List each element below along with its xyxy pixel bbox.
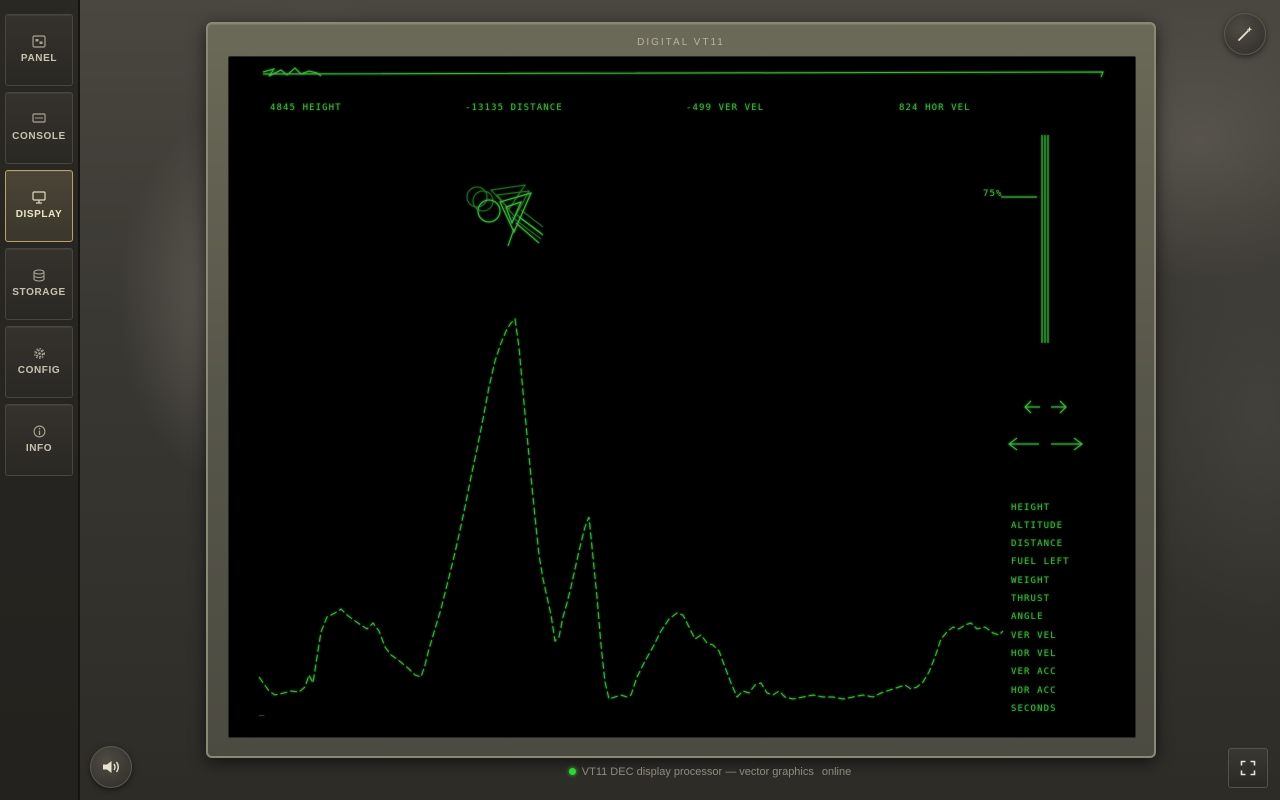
gear-icon [6, 347, 72, 361]
panel-icon [6, 35, 72, 49]
sidebar-item-label: PANEL [20, 53, 58, 64]
sidebar-item-display[interactable]: DISPLAY [5, 170, 73, 242]
magic-wand-button[interactable] [1224, 13, 1266, 55]
sidebar-item-label: CONSOLE [12, 131, 66, 142]
menu-item-seconds: SECONDS [1011, 704, 1057, 714]
sidebar-item-panel[interactable]: PANEL [5, 14, 73, 86]
info-icon [6, 425, 72, 439]
menu-item-thrust: THRUST [1011, 594, 1051, 604]
sidebar-item-label: INFO [25, 443, 53, 454]
text-cursor: _ [259, 707, 266, 717]
menu-item-hor-acc: HOR ACC [1011, 686, 1057, 696]
sidebar-item-label: CONFIG [17, 365, 61, 376]
status-text: VT11 DEC display processor — vector grap… [581, 766, 814, 778]
menu-item-altitude: ALTITUDE [1011, 521, 1064, 531]
status-state: online [821, 766, 852, 778]
menu-item-hor-vel: HOR VEL [1011, 649, 1057, 659]
menu-item-angle: ANGLE [1011, 612, 1044, 622]
status-bar: VT11 DEC display processor — vector grap… [0, 766, 1280, 778]
sidebar-item-config[interactable]: CONFIG [5, 326, 73, 398]
sidebar: II PANEL CONSOLE DISPLAY STORAGE CONFIG [0, 0, 80, 800]
top-glyph-scribble [262, 67, 322, 77]
thrust-arrows-large [1008, 437, 1083, 451]
sidebar-item-label: STORAGE [12, 287, 66, 298]
lunar-lander-scene [258, 67, 1104, 700]
magic-wand-icon [1238, 26, 1253, 41]
vector-screen[interactable]: 4845 HEIGHT -13135 DISTANCE -499 VER VEL… [228, 56, 1136, 738]
sidebar-item-storage[interactable]: STORAGE [5, 248, 73, 320]
status-led [568, 767, 576, 775]
menu-item-fuel-left: FUEL LEFT [1011, 557, 1070, 567]
menu-item-ver-acc: VER ACC [1011, 667, 1057, 677]
vt11-display-frame: DIGITAL VT11 4845 HEIGHT -13135 DISTANCE… [206, 22, 1156, 758]
sidebar-item-console[interactable]: CONSOLE [5, 92, 73, 164]
storage-icon [6, 269, 72, 283]
monitor-icon [6, 191, 72, 205]
thrust-arrows-small [1024, 400, 1067, 414]
menu-item-distance: DISTANCE [1011, 539, 1064, 549]
top-boundary-line [262, 71, 1104, 78]
sidebar-item-label: DISPLAY [15, 209, 63, 220]
menu-item-weight: WEIGHT [1011, 576, 1051, 586]
frame-title: DIGITAL VT11 [637, 37, 725, 48]
lunar-terrain [258, 317, 1004, 700]
menu-item-ver-vel: VER VEL [1011, 631, 1057, 641]
console-icon [6, 113, 72, 127]
menu-item-height: HEIGHT [1011, 503, 1051, 513]
sidebar-item-info[interactable]: INFO [5, 404, 73, 476]
